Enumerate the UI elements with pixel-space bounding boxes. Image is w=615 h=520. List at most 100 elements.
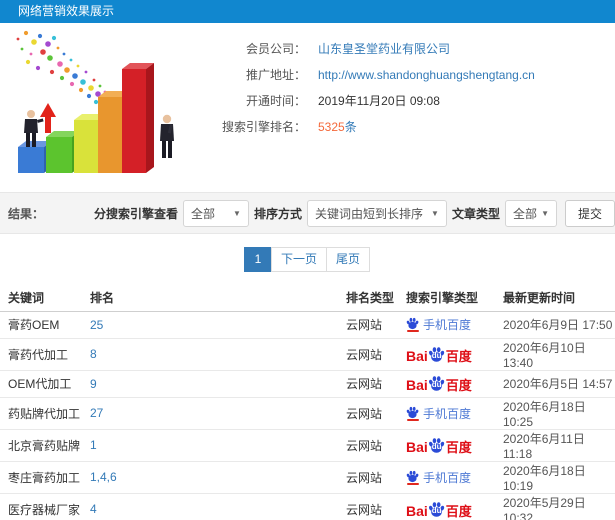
updated-cell: 2020年5月29日 10:32	[495, 493, 615, 520]
table-row: 枣庄膏药加工 1,4,6 云网站 手机百度 2020年6月18日 10:19	[0, 461, 615, 494]
rank-count-number: 5325	[318, 120, 345, 134]
header-engine-type: 搜索引擎类型	[398, 284, 495, 312]
result-label: 结果：	[8, 206, 45, 221]
pagination: 1 下一页 尾页	[0, 234, 615, 284]
engine-filter-select[interactable]: 全部 ▼	[182, 199, 249, 227]
table-row: 医疗器械厂家 4 云网站 Bai du 百度 2020年5月29日 10:32	[0, 493, 615, 520]
baidu-logo: Bai du 百度	[406, 437, 472, 454]
table-body: 膏药OEM 25 云网站 手机百度 2020年6月9日 17:50 膏药代加工 …	[0, 311, 615, 520]
info-row-company: 会员公司： 山东皇圣堂药业有限公司	[188, 40, 615, 57]
rank-link[interactable]: 8	[90, 347, 97, 361]
results-table: 关键词 排名 排名类型 搜索引擎类型 最新更新时间 膏药OEM 25 云网站 手…	[0, 284, 615, 520]
table-row: 膏药OEM 25 云网站 手机百度 2020年6月9日 17:50	[0, 311, 615, 339]
promotion-url-link[interactable]: http://www.shandonghuangshengtang.cn	[318, 68, 535, 82]
baidu-paw-icon: du	[428, 501, 445, 518]
info-row-opened: 开通时间： 2019年11月20日 09:08	[188, 92, 615, 109]
baidu-logo-cn: 百度	[445, 348, 472, 364]
updated-cell: 2020年6月9日 17:50	[495, 311, 615, 339]
last-page-button[interactable]: 尾页	[326, 247, 371, 272]
updated-cell: 2020年6月11日 11:18	[495, 429, 615, 462]
submit-button[interactable]: 提交	[564, 199, 615, 227]
engine-type-cell: 手机百度	[398, 397, 495, 430]
rank-count-value: 5325条	[318, 118, 357, 135]
table-row: OEM代加工 9 云网站 Bai du 百度 2020年6月5日 14:57	[0, 370, 615, 398]
rank-cell: 1,4,6	[82, 461, 338, 494]
info-rows: 会员公司： 山东皇圣堂药业有限公司 推广地址： http://www.shand…	[188, 23, 615, 135]
company-link[interactable]: 山东皇圣堂药业有限公司	[318, 40, 450, 57]
url-label: 推广地址：	[245, 68, 306, 82]
opened-time: 2019年11月20日 09:08	[318, 94, 440, 108]
rank-cell: 27	[82, 397, 338, 430]
sort-filter-label: 排序方式	[253, 206, 302, 221]
rank-link[interactable]: 4	[90, 502, 97, 516]
updated-cell: 2020年6月10日 13:40	[495, 338, 615, 371]
next-page-button[interactable]: 下一页	[270, 247, 327, 272]
keyword-cell: 枣庄膏药加工	[0, 461, 82, 494]
updated-cell: 2020年6月5日 14:57	[495, 370, 615, 398]
keyword-cell: 膏药OEM	[0, 311, 82, 339]
keyword-cell: 药贴牌代加工	[0, 397, 82, 430]
page-1-button[interactable]: 1	[243, 247, 272, 272]
mobile-baidu-badge: 手机百度	[406, 469, 471, 486]
rank-link[interactable]: 9	[90, 377, 97, 391]
engine-type-cell: Bai du 百度	[398, 493, 495, 520]
engine-type-cell: 手机百度	[398, 461, 495, 494]
rank-type-cell: 云网站	[338, 429, 398, 462]
updated-cell: 2020年6月18日 10:25	[495, 397, 615, 430]
rank-type-cell: 云网站	[338, 338, 398, 371]
filter-bar: 结果： 分搜索引擎查看 全部 ▼ 排序方式 关键词由短到长排序 ▼ 文章类型 全…	[0, 192, 615, 234]
header-keyword: 关键词	[0, 284, 82, 312]
baidu-logo-cn: 百度	[445, 378, 472, 393]
engine-type-cell: 手机百度	[398, 311, 495, 339]
keyword-cell: 膏药代加工	[0, 338, 82, 371]
mobile-baidu-label: 手机百度	[423, 318, 472, 332]
header-rank: 排名	[82, 284, 338, 312]
table-row: 药贴牌代加工 27 云网站 手机百度 2020年6月18日 10:25	[0, 397, 615, 430]
updated-cell: 2020年6月18日 10:19	[495, 461, 615, 494]
mobile-baidu-badge: 手机百度	[406, 316, 471, 333]
rank-link[interactable]: 27	[90, 406, 103, 420]
engine-type-cell: Bai du 百度	[398, 338, 495, 371]
bar-chart-illustration	[4, 27, 186, 190]
rank-type-cell: 云网站	[338, 311, 398, 339]
info-row-url: 推广地址： http://www.shandonghuangshengtang.…	[188, 66, 615, 83]
baidu-paw-icon	[406, 406, 419, 421]
baidu-logo: Bai du 百度	[406, 346, 472, 363]
filter-controls: 分搜索引擎查看 全部 ▼ 排序方式 关键词由短到长排序 ▼ 文章类型 全部 ▼ …	[89, 199, 615, 227]
rank-cell: 1	[82, 429, 338, 462]
confetti-group	[16, 30, 115, 105]
bar-red	[122, 63, 154, 173]
rank-count-label: 搜索引擎排名：	[221, 120, 306, 134]
rank-cell: 8	[82, 338, 338, 371]
table-row: 膏药代加工 8 云网站 Bai du 百度 2020年6月10日 13:40	[0, 338, 615, 371]
mobile-baidu-label: 手机百度	[423, 406, 472, 421]
baidu-logo-cn: 百度	[445, 503, 472, 519]
keyword-cell: OEM代加工	[0, 370, 82, 398]
sort-filter-value: 关键词由短到长排序	[314, 206, 423, 221]
mobile-baidu-badge: 手机百度	[406, 405, 471, 422]
rank-link[interactable]: 25	[90, 318, 103, 332]
page-title: 网络营销效果展示	[0, 0, 615, 23]
rank-link[interactable]: 1,4,6	[90, 470, 117, 484]
baidu-logo-cn: 百度	[445, 439, 472, 455]
table-row: 北京膏药贴牌 1 云网站 Bai du 百度 2020年6月11日 11:18	[0, 429, 615, 462]
baidu-logo-bai: Bai	[406, 347, 428, 364]
rank-link[interactable]: 1	[90, 438, 97, 452]
article-type-select[interactable]: 全部 ▼	[504, 199, 557, 227]
rank-type-cell: 云网站	[338, 397, 398, 430]
info-row-rank-count: 搜索引擎排名： 5325条	[188, 118, 615, 135]
header-rank-type: 排名类型	[338, 284, 398, 312]
engine-filter-value: 全部	[190, 206, 215, 221]
rank-count-unit: 条	[344, 120, 357, 134]
engine-type-cell: Bai du 百度	[398, 370, 495, 398]
rank-cell: 4	[82, 493, 338, 520]
rank-type-cell: 云网站	[338, 493, 398, 520]
engine-type-cell: Bai du 百度	[398, 429, 495, 462]
sort-filter-select[interactable]: 关键词由短到长排序 ▼	[306, 199, 447, 227]
rank-cell: 9	[82, 370, 338, 398]
keyword-cell: 北京膏药贴牌	[0, 429, 82, 462]
chevron-down-icon: ▼	[541, 208, 549, 218]
baidu-logo: Bai du 百度	[406, 501, 472, 518]
header-updated: 最新更新时间	[495, 284, 615, 312]
company-info-section: 会员公司： 山东皇圣堂药业有限公司 推广地址： http://www.shand…	[0, 23, 615, 192]
